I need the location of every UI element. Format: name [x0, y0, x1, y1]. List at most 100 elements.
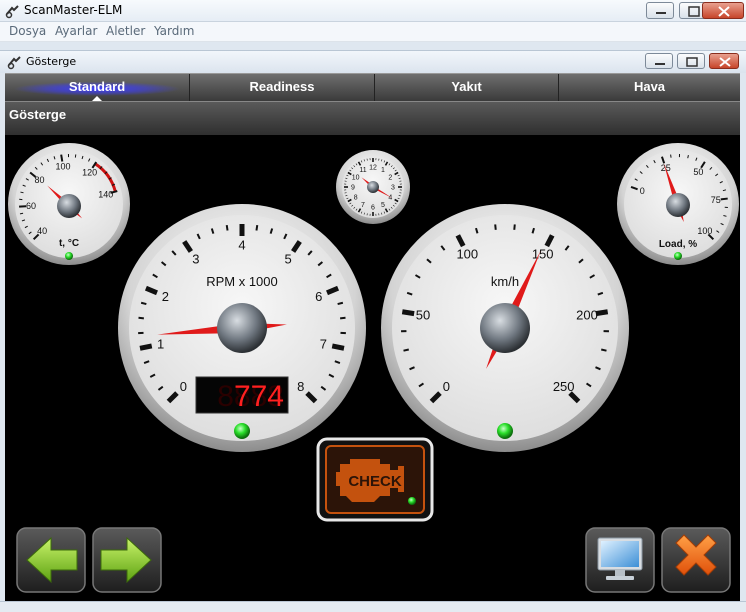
rpm-digital-readout: 774 [234, 380, 284, 413]
clock-tick-label: 8 [354, 195, 358, 202]
major-tick [139, 343, 153, 351]
clock-tick-label: 3 [391, 185, 395, 192]
minor-tick [255, 224, 259, 231]
temperature-label: t, °C [59, 238, 79, 249]
major-tick [720, 197, 728, 201]
app-title: ScanMaster-ELM [24, 3, 123, 17]
load-label: Load, % [659, 239, 697, 250]
speed-tick-label: 250 [553, 379, 575, 394]
close-icon [718, 6, 730, 17]
rpm-tick-label: 3 [192, 252, 199, 267]
minimize-icon [656, 12, 666, 14]
rpm-gauge: 012345678 RPM x 1000 8888 774 [118, 204, 366, 452]
minor-tick [513, 224, 516, 230]
gauge-hub [367, 181, 379, 193]
clock-gauge: 12 12 3 45678 9 1011 [336, 150, 410, 224]
minor-tick [138, 316, 144, 320]
temperature-tick-label: 140 [98, 189, 113, 199]
gauge-hub [666, 193, 690, 217]
clock-tick-label: 1 [381, 167, 385, 174]
menu-aletler[interactable]: Aletler [106, 24, 145, 38]
tab-label: Standard [68, 79, 126, 94]
major-tick [60, 154, 64, 162]
tab-hava[interactable]: Hava [559, 74, 740, 101]
status-led [234, 423, 250, 439]
rpm-tick-label: 0 [180, 379, 187, 394]
tab-label: Hava [633, 79, 666, 94]
dashboard-panel: 406080100120140 t, °C 121234567891011 02… [5, 135, 740, 601]
temperature-tick-label: 40 [37, 226, 47, 236]
speed-tick-label: 200 [576, 308, 598, 323]
gauge-hub [57, 194, 81, 218]
menu-yardim[interactable]: Yardım [154, 24, 194, 38]
speed-label: km/h [491, 274, 519, 289]
rpm-tick-label: 1 [157, 337, 164, 352]
temperature-gauge: 40 60 80 100 120 140 t, °C [8, 143, 130, 265]
app-titlebar: ScanMaster-ELM [0, 0, 746, 22]
menu-ayarlar[interactable]: Ayarlar [55, 24, 97, 38]
minor-tick [403, 348, 409, 352]
app-close-button[interactable] [702, 2, 744, 19]
speed-tick-label: 100 [456, 247, 478, 262]
tab-yakit[interactable]: Yakıt [375, 74, 559, 101]
tab-bar: Standard Readiness Yakıt Hava [5, 73, 740, 101]
window-restore-button[interactable] [677, 53, 705, 69]
forward-button[interactable] [92, 527, 162, 593]
minor-tick [337, 301, 344, 306]
status-led [674, 252, 682, 260]
check-engine-indicator: CHECK [316, 437, 434, 522]
tab-label: Readiness [249, 79, 315, 94]
status-led [65, 252, 73, 260]
load-tick-label: 75 [711, 195, 721, 205]
restore-icon [686, 57, 698, 67]
window-close-button[interactable] [709, 53, 739, 69]
menu-dosya[interactable]: Dosya [9, 24, 46, 38]
status-led [497, 423, 513, 439]
temperature-tick-label: 100 [56, 162, 71, 172]
clock-tick-label: 10 [352, 175, 360, 182]
speed-gauge: 0 50 100 150 200 250 km/h [381, 204, 629, 452]
speed-tick-label: 150 [532, 247, 554, 262]
gauge-hub [217, 303, 267, 353]
speed-tick-label: 50 [416, 308, 430, 323]
rpm-tick-label: 2 [162, 289, 169, 304]
section-header: Gösterge [5, 101, 740, 135]
load-tick-label: 100 [697, 226, 712, 236]
window-titlebar: Gösterge [0, 50, 746, 73]
minor-tick [340, 316, 346, 320]
close-dashboard-button[interactable] [661, 527, 731, 593]
gauge-canvas: 406080100120140 t, °C 121234567891011 02… [8, 143, 739, 593]
app-minimize-button[interactable] [646, 2, 674, 19]
window-minimize-button[interactable] [645, 53, 673, 69]
window-title: Gösterge [26, 55, 77, 68]
section-title: Gösterge [9, 107, 67, 122]
menubar: Dosya Ayarlar Aletler Yardım [0, 22, 746, 42]
load-tick-label: 0 [640, 186, 645, 196]
speed-tick-label: 0 [443, 379, 450, 394]
temperature-tick-label: 60 [26, 201, 36, 211]
clock-tick-label: 6 [371, 205, 375, 212]
rpm-tick-label: 5 [284, 252, 291, 267]
clock-tick-label: 2 [388, 175, 392, 182]
minor-tick [225, 224, 229, 231]
check-status-led [408, 497, 416, 505]
tab-label: Yakıt [451, 79, 482, 94]
minor-tick [140, 301, 147, 306]
load-gauge: 0255075100 Load, % [617, 143, 739, 265]
clock-tick-label: 12 [369, 165, 377, 172]
gauge-hub [480, 303, 530, 353]
rpm-tick-label: 8 [297, 379, 304, 394]
display-button[interactable] [585, 527, 655, 593]
back-button[interactable] [16, 527, 86, 593]
minor-tick [19, 212, 24, 215]
minor-tick [687, 154, 689, 159]
temperature-tick-label: 80 [34, 175, 44, 185]
major-tick [331, 343, 345, 351]
major-tick [401, 309, 415, 317]
tab-standard[interactable]: Standard [5, 74, 190, 101]
minimize-icon [655, 63, 665, 65]
temperature-tick-label: 120 [82, 167, 97, 177]
clock-tick-label: 4 [388, 195, 392, 202]
tab-readiness[interactable]: Readiness [190, 74, 375, 101]
rpm-label: RPM x 1000 [206, 274, 278, 289]
